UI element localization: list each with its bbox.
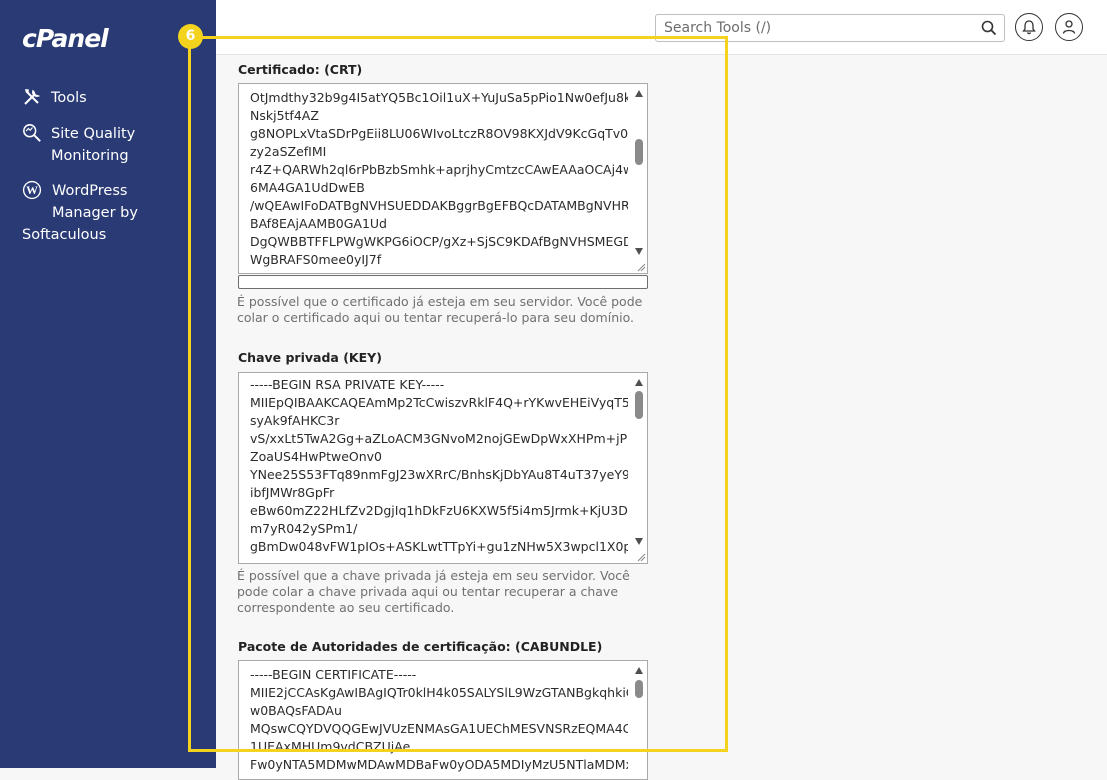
notifications-button[interactable] — [1015, 13, 1043, 41]
text-line: Fw0yNTA5MDMwMDAwMDBaFw0yODA5MDIyMzU5NTla… — [250, 757, 628, 772]
user-icon — [1062, 20, 1076, 34]
sidebar-item-label: Manager by — [52, 205, 138, 221]
sidebar-item-wordpress[interactable]: W WordPress Manager by Softaculous — [22, 180, 192, 246]
sidebar-item-label: WordPress — [52, 183, 128, 199]
logo-text: cPanel — [22, 24, 109, 53]
sidebar-item-label: Softaculous — [22, 227, 107, 243]
bell-icon — [1022, 20, 1036, 35]
svg-text:W: W — [26, 183, 38, 197]
sidebar-item-label: Site Quality — [51, 126, 136, 142]
sidebar-item-site-quality[interactable]: Site Quality Monitoring — [22, 123, 192, 167]
search-icon[interactable] — [981, 20, 997, 36]
cpanel-logo[interactable]: cPanel — [22, 24, 134, 58]
site-quality-icon — [23, 124, 41, 142]
step-badge: 6 — [178, 24, 203, 49]
sidebar-item-label: Tools — [51, 90, 87, 106]
tools-icon — [24, 89, 41, 105]
wordpress-icon: W — [22, 180, 42, 200]
step-highlight-frame — [188, 36, 728, 752]
user-menu-button[interactable] — [1055, 13, 1083, 41]
sidebar-item-tools[interactable]: Tools — [22, 87, 182, 109]
sidebar: cPanel Tools Site Quality Monitoring W W… — [0, 0, 216, 768]
sidebar-item-label: Monitoring — [51, 148, 129, 164]
